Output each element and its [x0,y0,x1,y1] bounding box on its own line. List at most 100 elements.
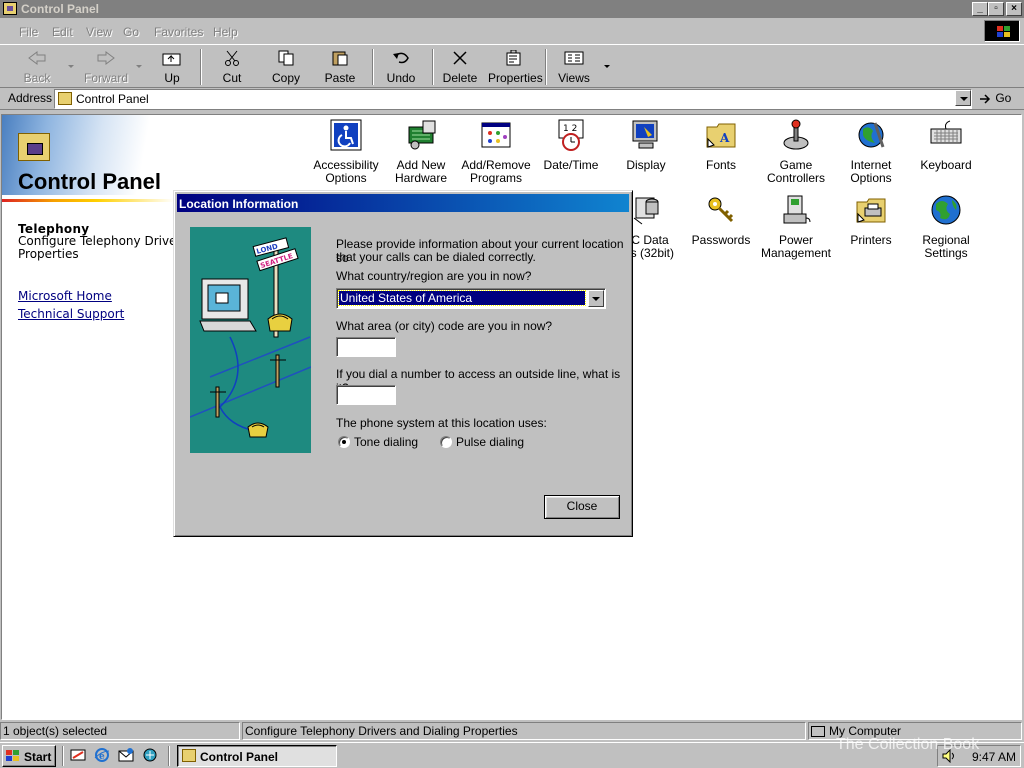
delete-x-icon [450,50,470,66]
add-new-hardware-item[interactable]: Add New Hardware [384,119,458,185]
close-button[interactable]: Close [544,495,620,519]
cut-button[interactable]: Cut [212,48,252,86]
views-label: Views [558,71,590,85]
svg-text:A: A [719,131,730,145]
pulse-dialing-radio[interactable] [440,436,452,448]
windows-flag-icon [6,750,20,762]
keyboard-icon [930,119,962,151]
internet-options-item[interactable]: Internet Options [834,119,908,185]
channels-icon[interactable] [142,747,158,763]
keyboard-item[interactable]: Keyboard [909,119,983,172]
regional-settings-item[interactable]: Regional Settings [909,194,983,260]
paste-label: Paste [324,71,356,85]
cut-label: Cut [222,71,242,85]
forward-history-dropdown[interactable] [136,65,142,68]
country-dropdown-button[interactable] [588,290,604,307]
odbc-data-sources-icon [630,194,662,226]
tone-dialing-label[interactable]: Tone dialing [354,435,418,449]
views-dropdown[interactable] [604,65,610,68]
panel-title: Control Panel [18,169,162,194]
accessibility-options-item[interactable]: Accessibility Options [309,119,383,185]
internet-options-icon [855,119,887,151]
passwords-item[interactable]: Passwords [684,194,758,247]
internet-explorer-icon[interactable]: e [94,747,110,763]
copy-label: Copy [271,71,300,85]
watermark: The Collection Book [836,736,980,753]
pulse-dialing-label[interactable]: Pulse dialing [456,435,524,449]
back-label: Back [23,71,51,85]
add-remove-programs-icon [480,119,512,151]
minimize-icon: _ [977,3,983,14]
game-controllers-item[interactable]: Game Controllers [759,119,833,185]
svg-text:e: e [99,752,105,762]
display-item[interactable]: Display [609,119,683,172]
taskbar-separator [168,746,170,766]
forward-button[interactable]: Forward [82,48,130,86]
svg-text:1 2: 1 2 [563,124,577,134]
taskbar-item-control-panel[interactable]: Control Panel [177,745,337,767]
copy-icon [276,50,296,66]
dialog-title-bar[interactable]: Location Information [177,194,629,212]
address-value: Control Panel [76,92,149,106]
country-select[interactable]: United States of America [336,288,606,309]
copy-button[interactable]: Copy [266,48,306,86]
menu-favorites[interactable]: Favorites [154,25,203,39]
restore-icon: ▫ [994,3,998,14]
toolbar-separator [432,49,434,85]
microsoft-home-link[interactable]: Microsoft Home [18,289,112,303]
properties-button[interactable]: Properties [488,48,543,86]
printers-item[interactable]: Printers [834,194,908,247]
up-button[interactable]: Up [154,48,190,86]
menu-edit[interactable]: Edit [52,25,73,39]
start-button[interactable]: Start [2,745,56,767]
address-dropdown-button[interactable] [955,90,971,106]
forward-label: Forward [83,71,128,85]
item-label-line-2: Hardware [394,171,448,185]
back-button[interactable]: Back [14,48,60,86]
up-label: Up [164,71,180,85]
address-field[interactable]: Control Panel [54,89,972,109]
telephony-illustration: LOND SEATTLE [190,227,311,453]
views-button[interactable]: Views [554,48,594,86]
start-label: Start [24,750,52,764]
dialog-title: Location Information [179,197,299,211]
outside-line-input[interactable] [336,385,396,405]
menu-view[interactable]: View [86,25,112,39]
add-remove-programs-item[interactable]: Add/Remove Programs [459,119,533,185]
paste-button[interactable]: Paste [319,48,361,86]
go-button[interactable]: Go [978,91,1011,106]
undo-button[interactable]: Undo [381,48,421,86]
item-label-line-2: Options [850,171,892,185]
display-icon [630,119,662,151]
menu-help[interactable]: Help [213,25,238,39]
tone-dialing-radio[interactable] [338,436,350,448]
window-title-bar[interactable]: Control Panel _ ▫ × [0,0,1024,18]
date-time-icon: 1 2 [555,119,587,151]
web-view-info-panel: Control Panel Telephony Configure Teleph… [2,115,174,335]
show-desktop-icon[interactable] [70,747,86,763]
restore-button[interactable]: ▫ [988,2,1004,16]
fonts-item[interactable]: A Fonts [684,119,758,172]
delete-button[interactable]: Delete [440,48,480,86]
date-time-item[interactable]: 1 2 Date/Time [534,119,608,172]
fonts-icon: A [705,119,737,151]
menu-file[interactable]: File [19,25,38,39]
address-bar: Address Control Panel Go [0,88,1024,110]
back-history-dropdown[interactable] [68,65,74,68]
technical-support-link[interactable]: Technical Support [18,307,124,321]
control-panel-large-icon [18,133,50,161]
minimize-button[interactable]: _ [972,2,988,16]
undo-label: Undo [386,71,416,85]
add-hardware-icon [405,119,437,151]
windows-logo-icon [984,20,1020,42]
views-grid-icon [564,50,584,66]
area-code-input[interactable] [336,337,396,357]
outlook-express-icon[interactable] [118,747,134,763]
selected-item-name: Telephony [18,222,90,236]
menu-go[interactable]: Go [123,25,139,39]
standard-toolbar: Back Forward Up Cut Copy Paste Undo Dele… [0,44,1024,88]
close-window-button[interactable]: × [1006,2,1022,16]
item-label-line-2: Settings [924,246,968,260]
power-management-item[interactable]: Power Management [759,194,833,260]
status-selected-count: 1 object(s) selected [0,722,240,740]
